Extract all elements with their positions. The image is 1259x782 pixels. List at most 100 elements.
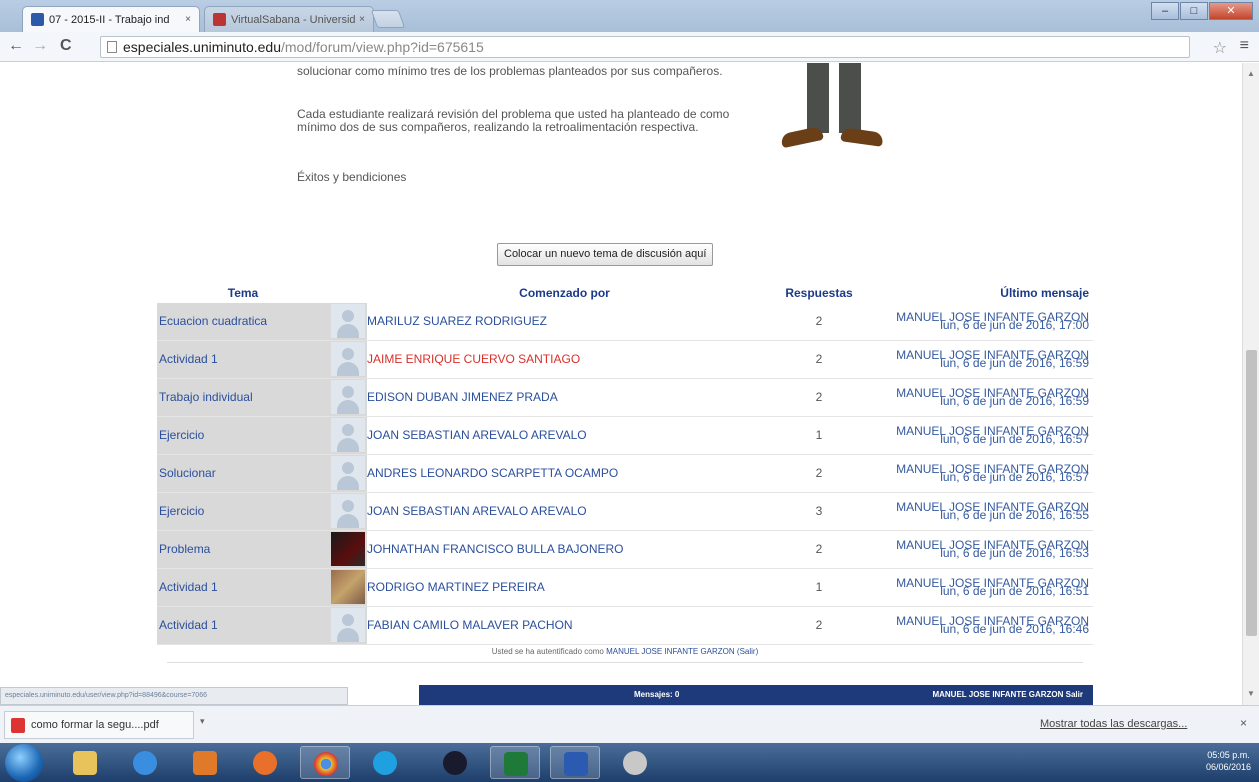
- header-ultimo[interactable]: Último mensaje: [876, 284, 1093, 302]
- avatar[interactable]: [331, 342, 365, 376]
- header-respuestas[interactable]: Respuestas: [762, 284, 876, 302]
- avatar[interactable]: [331, 608, 365, 642]
- last-post: MANUEL JOSE INFANTE GARZON lun, 6 de jun …: [876, 529, 1093, 569]
- author-link[interactable]: FABIAN CAMILO MALAVER PACHON: [367, 605, 762, 645]
- topic-link[interactable]: Problema: [157, 529, 329, 569]
- bookmark-star-icon[interactable]: ☆: [1213, 38, 1227, 58]
- cartoon-legs-image: [777, 63, 887, 158]
- forward-arrow-icon[interactable]: →: [32, 37, 48, 55]
- excel-taskbar-icon[interactable]: [490, 746, 540, 779]
- tab-forum[interactable]: 07 - 2015-II - Trabajo ind ×: [22, 6, 200, 32]
- system-tray: 05:05 p.m. 06/06/2016: [999, 743, 1259, 782]
- avatar[interactable]: [331, 418, 365, 452]
- skype-taskbar-icon[interactable]: [360, 746, 410, 779]
- header-comenzado[interactable]: Comenzado por: [367, 284, 762, 302]
- login-user-link[interactable]: MANUEL JOSE INFANTE GARZON: [606, 647, 735, 656]
- avatar[interactable]: [331, 570, 365, 604]
- maximize-button[interactable]: □: [1180, 2, 1208, 20]
- avatar[interactable]: [331, 456, 365, 490]
- header-tema[interactable]: Tema: [157, 284, 329, 302]
- topic-link[interactable]: Actividad 1: [157, 339, 329, 379]
- last-post: MANUEL JOSE INFANTE GARZON lun, 6 de jun …: [876, 605, 1093, 645]
- vertical-scrollbar[interactable]: ▲ ▼: [1242, 63, 1259, 705]
- reply-count[interactable]: 2: [762, 605, 876, 645]
- new-topic-button[interactable]: Colocar un nuevo tema de discusión aquí: [497, 243, 714, 266]
- topic-link[interactable]: Ejercicio: [157, 491, 329, 531]
- page-viewport: solucionar como mínimo tres de los probl…: [0, 63, 1259, 705]
- download-item[interactable]: como formar la segu....pdf: [4, 711, 194, 739]
- media-player-taskbar-icon[interactable]: [180, 746, 230, 779]
- app-taskbar-icon[interactable]: [430, 746, 480, 779]
- taskbar-clock[interactable]: 05:05 p.m. 06/06/2016: [1206, 749, 1251, 773]
- reply-count[interactable]: 2: [762, 339, 876, 379]
- close-downloads-icon[interactable]: ×: [1240, 716, 1247, 730]
- last-post: MANUEL JOSE INFANTE GARZON lun, 6 de jun …: [876, 415, 1093, 455]
- table-row: Problema JOHNATHAN FRANCISCO BULLA BAJON…: [157, 529, 1093, 569]
- author-link[interactable]: JOAN SEBASTIAN AREVALO AREVALO: [367, 415, 762, 455]
- footer-user-link[interactable]: MANUEL JOSE INFANTE GARZON Salir: [932, 690, 1083, 699]
- url-domain: especiales.uniminuto.edu: [123, 39, 281, 55]
- reply-count[interactable]: 2: [762, 377, 876, 417]
- minimize-button[interactable]: –: [1151, 2, 1179, 20]
- scrollbar-thumb[interactable]: [1246, 350, 1257, 636]
- chrome-taskbar-icon[interactable]: [300, 746, 350, 779]
- topic-link[interactable]: Ejercicio: [157, 415, 329, 455]
- avatar[interactable]: [331, 532, 365, 566]
- topic-link[interactable]: Ecuacion cuadratica: [157, 301, 329, 341]
- tab-close-icon[interactable]: ×: [185, 14, 191, 25]
- new-tab-button[interactable]: [370, 10, 406, 28]
- firefox-taskbar-icon[interactable]: [240, 746, 290, 779]
- author-link[interactable]: JOAN SEBASTIAN AREVALO AREVALO: [367, 491, 762, 531]
- tab-title: 07 - 2015-II - Trabajo ind: [49, 13, 170, 26]
- tab-virtualsabana[interactable]: VirtualSabana - Universid ×: [204, 6, 374, 32]
- intro-paragraph-2: Cada estudiante realizará revisión del p…: [297, 107, 730, 134]
- last-post: MANUEL JOSE INFANTE GARZON lun, 6 de jun …: [876, 453, 1093, 493]
- author-link[interactable]: JAIME ENRIQUE CUERVO SANTIAGO: [367, 339, 762, 379]
- windows-taskbar: 05:05 p.m. 06/06/2016: [0, 743, 1259, 782]
- reply-count[interactable]: 2: [762, 453, 876, 493]
- start-button[interactable]: [5, 744, 43, 782]
- author-link[interactable]: MARILUZ SUAREZ RODRIGUEZ: [367, 301, 762, 341]
- menu-icon[interactable]: ≡: [1240, 37, 1249, 55]
- intro-paragraph-1: solucionar como mínimo tres de los probl…: [297, 64, 723, 78]
- reply-count[interactable]: 2: [762, 529, 876, 569]
- topic-link[interactable]: Actividad 1: [157, 605, 329, 645]
- author-avatar-cell: [329, 567, 367, 607]
- reply-count[interactable]: 2: [762, 301, 876, 341]
- scroll-down-icon[interactable]: ▼: [1247, 689, 1255, 698]
- reload-icon[interactable]: C: [60, 37, 72, 55]
- download-filename: como formar la segu....pdf: [31, 719, 159, 731]
- last-post: MANUEL JOSE INFANTE GARZON lun, 6 de jun …: [876, 377, 1093, 417]
- address-bar[interactable]: especiales.uniminuto.edu/mod/forum/view.…: [100, 36, 1190, 58]
- avatar[interactable]: [331, 494, 365, 528]
- avatar[interactable]: [331, 304, 365, 338]
- reply-count[interactable]: 1: [762, 567, 876, 607]
- ie-taskbar-icon[interactable]: [120, 746, 170, 779]
- close-window-button[interactable]: ✕: [1209, 2, 1253, 20]
- download-menu-arrow-icon[interactable]: ▾: [200, 716, 205, 727]
- author-link[interactable]: JOHNATHAN FRANCISCO BULLA BAJONERO: [367, 529, 762, 569]
- tab-close-icon[interactable]: ×: [359, 14, 365, 25]
- reply-count[interactable]: 1: [762, 415, 876, 455]
- avatar[interactable]: [331, 380, 365, 414]
- topic-link[interactable]: Solucionar: [157, 453, 329, 493]
- login-prefix: Usted se ha autentificado como: [491, 647, 604, 656]
- pdf-icon: [11, 718, 25, 733]
- show-all-downloads-link[interactable]: Mostrar todas las descargas...: [1040, 718, 1187, 730]
- logout-link[interactable]: (Salir): [737, 647, 758, 656]
- topic-link[interactable]: Actividad 1: [157, 567, 329, 607]
- explorer-taskbar-icon[interactable]: [60, 746, 110, 779]
- paint-taskbar-icon[interactable]: [610, 746, 660, 779]
- table-row: Actividad 1 JAIME ENRIQUE CUERVO SANTIAG…: [157, 339, 1093, 379]
- author-link[interactable]: RODRIGO MARTINEZ PEREIRA: [367, 567, 762, 607]
- author-link[interactable]: ANDRES LEONARDO SCARPETTA OCAMPO: [367, 453, 762, 493]
- author-link[interactable]: EDISON DUBAN JIMENEZ PRADA: [367, 377, 762, 417]
- browser-titlebar: 07 - 2015-II - Trabajo ind × VirtualSaba…: [0, 0, 1259, 32]
- reply-count[interactable]: 3: [762, 491, 876, 531]
- back-arrow-icon[interactable]: ←: [8, 37, 24, 55]
- topic-link[interactable]: Trabajo individual: [157, 377, 329, 417]
- table-row: Ejercicio JOAN SEBASTIAN AREVALO AREVALO…: [157, 415, 1093, 455]
- scroll-up-icon[interactable]: ▲: [1247, 69, 1255, 78]
- messages-link[interactable]: Mensajes: 0: [634, 690, 679, 699]
- word-taskbar-icon[interactable]: [550, 746, 600, 779]
